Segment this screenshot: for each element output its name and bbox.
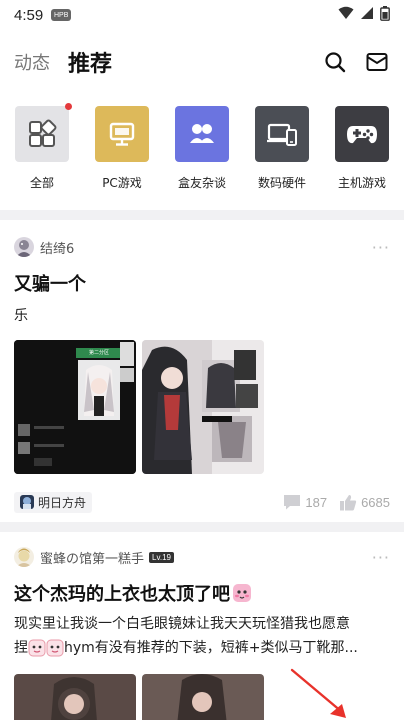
category-pc-tile xyxy=(95,106,149,162)
post-images xyxy=(14,674,390,720)
nav-actions xyxy=(322,49,390,75)
post-body-line: 捏 hym有没有推荐的下装，短裤+类似马丁靴那... xyxy=(14,636,390,660)
level-badge: Lv.19 xyxy=(149,551,174,563)
category-chat-tile xyxy=(175,106,229,162)
category-hardware[interactable]: 数码硬件 xyxy=(252,106,312,200)
category-all[interactable]: 全部 xyxy=(12,103,72,200)
category-label: PC游戏 xyxy=(102,176,142,190)
comments-stat[interactable]: 187 xyxy=(283,494,327,510)
avatar[interactable] xyxy=(14,237,34,257)
monitor-icon xyxy=(109,122,135,146)
likes-stat[interactable]: 6685 xyxy=(339,494,390,511)
post-author-row: 结绮6 ··· xyxy=(14,234,390,260)
wifi-icon xyxy=(338,6,354,24)
more-options-icon[interactable]: ··· xyxy=(372,238,390,257)
category-label: 主机游戏 xyxy=(337,176,386,190)
category-bar: 全部 PC游戏 盒友杂谈 数码硬件 主机游戏 xyxy=(0,103,404,200)
comment-icon xyxy=(284,495,301,510)
comment-count: 187 xyxy=(305,494,328,510)
tab-recommend[interactable]: 推荐 xyxy=(68,46,112,78)
category-label: 盒友杂谈 xyxy=(177,176,226,190)
tab-dynamic[interactable]: 动态 xyxy=(14,49,50,75)
like-count: 6685 xyxy=(361,494,390,510)
category-all-tile xyxy=(15,103,72,162)
post-footer: 明日方舟 187 6685 xyxy=(14,490,390,514)
game-tag-label: 明日方舟 xyxy=(38,495,87,510)
category-hardware-tile xyxy=(255,106,309,162)
unread-dot xyxy=(65,103,72,110)
author-name[interactable]: 蜜蜂の馆第一糕手 xyxy=(40,548,144,567)
category-console-tile xyxy=(335,106,389,162)
section-divider xyxy=(0,210,404,220)
gamepad-icon xyxy=(347,126,377,144)
category-chat[interactable]: 盒友杂谈 xyxy=(172,106,232,200)
status-time: 4:59 xyxy=(14,6,44,24)
post-body: 乐 xyxy=(14,308,28,324)
avatar[interactable] xyxy=(14,547,34,567)
post-stats: 187 6685 xyxy=(283,494,390,511)
screenshot-label: 第二分区 xyxy=(88,350,109,356)
devices-icon xyxy=(267,123,297,146)
notification-chip: HPB xyxy=(51,9,72,21)
post-images: 第二分区 xyxy=(14,340,390,474)
game-tag-icon xyxy=(20,495,34,509)
feed-post[interactable]: 结绮6 ··· 又骗一个 乐 第二分区 明日方舟 187 6685 xyxy=(0,220,404,522)
status-bar: 4:59 HPB xyxy=(0,0,404,30)
top-nav: 动态 推荐 xyxy=(0,38,404,86)
people-icon xyxy=(190,124,214,143)
thumbs-up-icon xyxy=(340,494,357,510)
battery-icon xyxy=(380,5,390,25)
category-label: 全部 xyxy=(29,176,54,190)
search-icon[interactable] xyxy=(322,49,348,75)
category-pc-games[interactable]: PC游戏 xyxy=(92,106,152,200)
game-tag[interactable]: 明日方舟 xyxy=(14,491,93,513)
post-body-line: 现实里让我谈一个白毛眼镜妹让我天天玩怪猎我也愿意 xyxy=(14,616,350,632)
post-image[interactable]: 第二分区 xyxy=(14,340,136,474)
signal-icon xyxy=(360,6,374,24)
blush-emoji-icon xyxy=(232,583,252,603)
post-title: 又骗一个 xyxy=(14,274,86,295)
post-image[interactable] xyxy=(14,674,136,720)
post-body-prefix: 捏 xyxy=(14,640,28,656)
emoji-face-icon xyxy=(46,639,64,657)
app-screen: 4:59 HPB 动态 推荐 全部 PC游戏 盒友杂谈 数码硬件 主机游戏 结绮… xyxy=(0,0,404,720)
author-name[interactable]: 结绮6 xyxy=(40,238,74,257)
post-body: 现实里让我谈一个白毛眼镜妹让我天天玩怪猎我也愿意 捏 hym有没有推荐的下装，短… xyxy=(14,612,390,660)
emoji-face-icon xyxy=(28,639,46,657)
post-image[interactable] xyxy=(142,674,264,720)
post-author-row: 蜜蜂の馆第一糕手 Lv.19 ··· xyxy=(14,544,390,570)
post-body-text: hym有没有推荐的下装，短裤+类似马丁靴那... xyxy=(64,640,358,656)
post-image[interactable] xyxy=(142,340,264,474)
mail-icon[interactable] xyxy=(364,49,390,75)
category-console[interactable]: 主机游戏 xyxy=(332,106,392,200)
post-title: 这个杰玛的上衣也太顶了吧 xyxy=(14,584,230,605)
status-icons xyxy=(338,5,390,25)
section-divider xyxy=(0,522,404,532)
post-title-row: 这个杰玛的上衣也太顶了吧 xyxy=(14,580,390,606)
more-options-icon[interactable]: ··· xyxy=(372,548,390,567)
category-label: 数码硬件 xyxy=(257,176,306,190)
feed-post[interactable]: 蜜蜂の馆第一糕手 Lv.19 ··· 这个杰玛的上衣也太顶了吧 现实里让我谈一个… xyxy=(0,532,404,720)
grid-icon xyxy=(29,119,57,147)
